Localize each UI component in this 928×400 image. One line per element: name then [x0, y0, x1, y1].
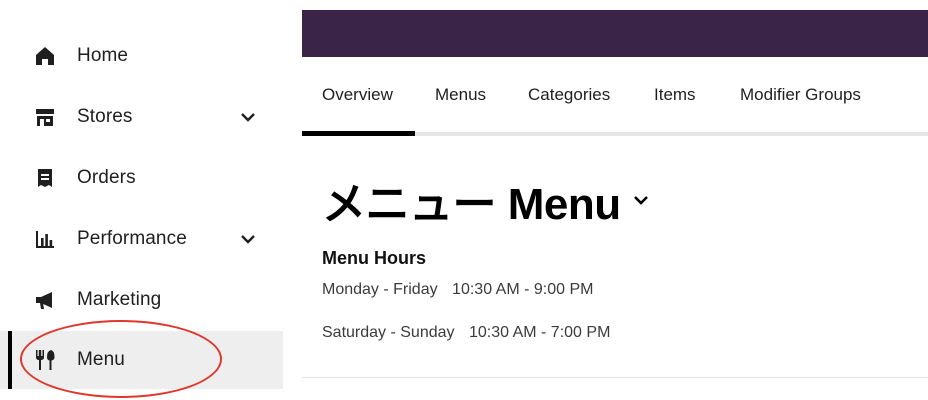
- sidebar-item-label: Home: [77, 45, 129, 66]
- megaphone-icon: [33, 288, 57, 312]
- header-banner: [302, 10, 928, 57]
- sidebar-item-home[interactable]: Home: [0, 27, 283, 85]
- sidebar-item-label: Menu: [77, 349, 125, 370]
- tab-overview[interactable]: Overview: [322, 85, 393, 105]
- store-icon: [33, 105, 57, 129]
- tab-categories[interactable]: Categories: [528, 85, 610, 105]
- sidebar-item-stores[interactable]: Stores: [0, 88, 283, 146]
- sidebar-item-performance[interactable]: Performance: [0, 210, 283, 268]
- hours-time: 10:30 AM - 7:00 PM: [468, 324, 611, 341]
- tab-items[interactable]: Items: [654, 85, 696, 105]
- page-title-text: メニュー Menu: [322, 180, 621, 229]
- hours-row: Saturday - Sunday 10:30 AM - 7:00 PM: [322, 324, 610, 342]
- chevron-down-icon[interactable]: [238, 109, 258, 125]
- sidebar-item-menu[interactable]: Menu: [0, 331, 283, 389]
- menu-hours-heading: Menu Hours: [322, 248, 427, 268]
- main-content: Overview Menus Categories Items Modifier…: [302, 0, 928, 400]
- app-window: Home Stores Orders Performance Marketing…: [0, 0, 928, 400]
- tab-active-indicator: [302, 131, 415, 136]
- page-title: メニュー Menu: [322, 168, 651, 232]
- sidebar-item-orders[interactable]: Orders: [0, 149, 283, 207]
- bar-chart-icon: [33, 227, 57, 251]
- section-divider: [302, 377, 928, 378]
- orders-icon: [33, 166, 57, 190]
- sidebar-item-label: Performance: [77, 228, 187, 249]
- hours-days: Saturday - Sunday: [322, 324, 455, 341]
- hours-time: 10:30 AM - 9:00 PM: [452, 281, 594, 298]
- sidebar-item-label: Marketing: [77, 289, 162, 310]
- chevron-down-icon[interactable]: [631, 192, 651, 208]
- sidebar-item-label: Stores: [77, 106, 133, 127]
- hours-days: Monday - Friday: [322, 281, 438, 298]
- hours-row: Monday - Friday 10:30 AM - 9:00 PM: [322, 281, 593, 299]
- home-icon: [33, 44, 57, 68]
- fork-knife-icon: [33, 348, 57, 372]
- sidebar-item-marketing[interactable]: Marketing: [0, 271, 283, 329]
- sidebar-item-label: Orders: [77, 167, 136, 188]
- chevron-down-icon[interactable]: [238, 231, 258, 247]
- sidebar: Home Stores Orders Performance Marketing…: [0, 0, 300, 400]
- tab-menus[interactable]: Menus: [435, 85, 486, 105]
- tab-bar: Overview Menus Categories Items Modifier…: [302, 57, 928, 137]
- tab-modifier-groups[interactable]: Modifier Groups: [740, 85, 861, 105]
